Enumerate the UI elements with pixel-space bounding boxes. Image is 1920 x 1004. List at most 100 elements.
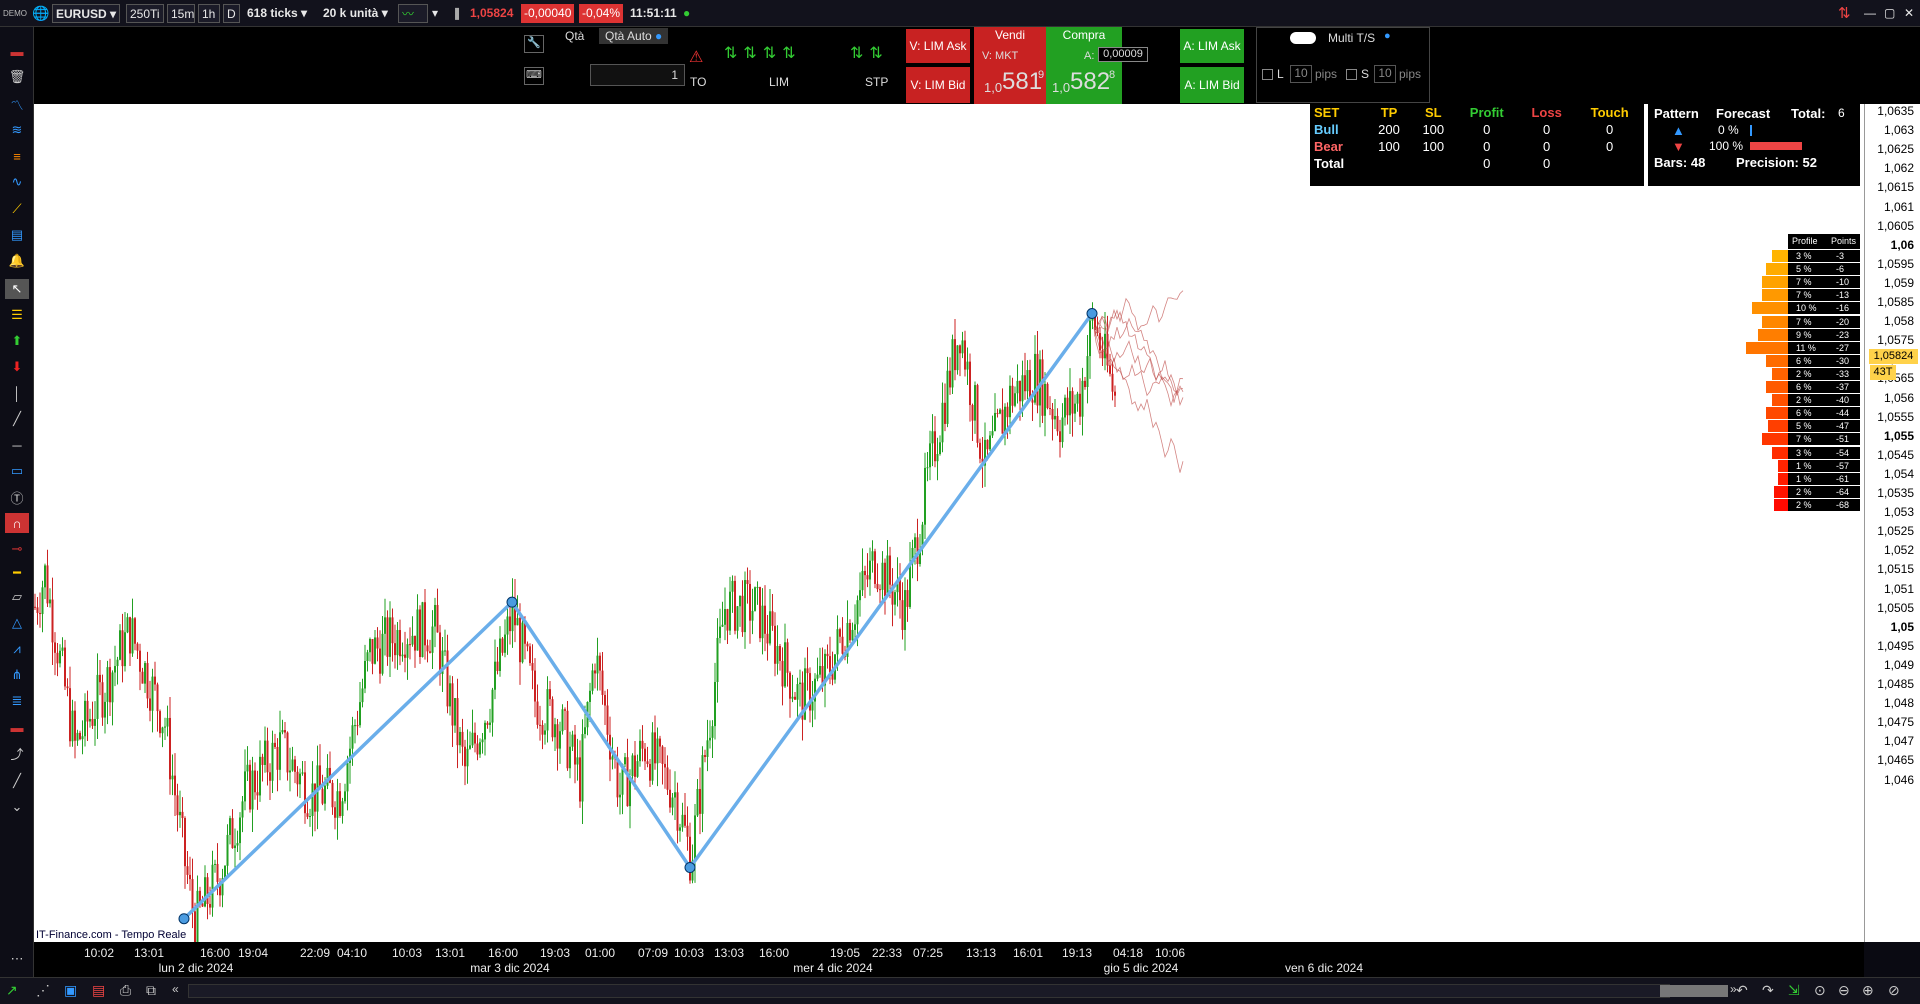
down-triangle-icon: ▼ bbox=[1672, 139, 1685, 154]
line-icon[interactable]: ╱ bbox=[5, 409, 29, 429]
scrollbar-track[interactable] bbox=[188, 984, 1670, 998]
trend-icon[interactable]: 〽 bbox=[5, 94, 29, 114]
multi-ts-toggle[interactable] bbox=[1290, 32, 1316, 44]
zoom-in-icon[interactable]: ⊕ bbox=[1862, 982, 1874, 999]
ticks-selector[interactable]: 618 ticks ▾ bbox=[247, 4, 307, 23]
chart-canvas[interactable] bbox=[34, 104, 1864, 960]
channel-icon[interactable]: ≋ bbox=[5, 120, 29, 140]
qty-input[interactable]: 1 bbox=[590, 64, 685, 86]
profile-bar bbox=[1778, 459, 1788, 472]
layout-icon[interactable]: ⧉ bbox=[146, 982, 156, 999]
tf-1h[interactable]: 1h bbox=[198, 4, 220, 23]
vertical-line-icon[interactable]: │ bbox=[5, 383, 29, 403]
zoom-reset-icon[interactable]: ⊘ bbox=[1888, 982, 1900, 999]
marker-icon[interactable]: ⊸ bbox=[5, 539, 29, 559]
path-icon[interactable]: ⤴ bbox=[5, 743, 29, 763]
maximize-icon[interactable]: ▢ bbox=[1884, 4, 1895, 23]
wave-icon[interactable]: ∿ bbox=[5, 172, 29, 192]
tf-250ti[interactable]: 250Ti bbox=[126, 4, 164, 23]
trash-icon[interactable]: 🗑 bbox=[5, 67, 29, 87]
zigzag-point[interactable] bbox=[506, 596, 518, 608]
profile-row: 9 % -23 bbox=[1788, 328, 1860, 341]
info-icon[interactable]: ❚ bbox=[452, 4, 462, 23]
magnet-icon[interactable]: ∩ bbox=[5, 513, 29, 533]
undo-icon[interactable]: ↶ bbox=[1736, 982, 1748, 999]
more-icon[interactable]: ⋯ bbox=[5, 949, 29, 969]
triangle-icon[interactable]: △ bbox=[5, 613, 29, 633]
sell-market-button[interactable]: V: MKT 1,0 581 9 bbox=[974, 42, 1046, 104]
qty-auto-toggle[interactable]: Qtà Auto ● bbox=[599, 28, 669, 44]
sell-lim-ask-button[interactable]: V: LIM Ask bbox=[906, 29, 970, 63]
chart-type-icon[interactable]: 〰 bbox=[398, 4, 428, 23]
minimize-icon[interactable]: — bbox=[1864, 4, 1876, 23]
candle-body bbox=[311, 783, 314, 817]
expand-icon[interactable]: ⌄ bbox=[5, 797, 29, 817]
share-icon[interactable]: ⋰ bbox=[36, 982, 50, 999]
wrench-icon[interactable]: 🔧 bbox=[524, 35, 544, 53]
keyboard-icon[interactable]: ⌨ bbox=[524, 67, 544, 85]
auto-scale-icon[interactable]: ⇲ bbox=[1788, 982, 1800, 999]
globe-icon[interactable]: 🌐 bbox=[32, 4, 49, 23]
s-pips-input[interactable]: 10 bbox=[1374, 65, 1396, 83]
bands-icon[interactable]: ≣ bbox=[5, 691, 29, 711]
fan-icon[interactable]: ⟋ bbox=[5, 199, 29, 219]
l-checkbox[interactable] bbox=[1262, 69, 1273, 80]
scrollbar-thumb[interactable] bbox=[1660, 985, 1728, 997]
zigzag-point[interactable] bbox=[1086, 308, 1098, 319]
chevron-down-icon[interactable]: ▾ bbox=[432, 4, 438, 23]
ruler2-icon[interactable]: ▱ bbox=[5, 587, 29, 607]
l-pips-input[interactable]: 10 bbox=[1290, 65, 1312, 83]
candle-body bbox=[779, 645, 781, 661]
close-icon[interactable]: ✕ bbox=[1904, 4, 1914, 23]
price-chart[interactable]: SET TP SL Profit Loss Touch Bull 200 100… bbox=[34, 104, 1864, 960]
scroll-left-icon[interactable]: « bbox=[172, 982, 179, 996]
levels-icon[interactable]: ☰ bbox=[5, 305, 29, 325]
pitchfork-icon[interactable]: ⋔ bbox=[5, 665, 29, 685]
grid-icon[interactable]: ▤ bbox=[5, 225, 29, 245]
arrow-up-icon[interactable]: ⬆ bbox=[5, 331, 29, 351]
zoom-out-icon[interactable]: ⊖ bbox=[1838, 982, 1850, 999]
s-checkbox[interactable] bbox=[1346, 69, 1357, 80]
measure-icon[interactable]: ▬ bbox=[5, 717, 29, 737]
candle-body bbox=[191, 879, 194, 912]
ray-icon[interactable]: ╱ bbox=[5, 771, 29, 791]
alert-icon[interactable]: 🔔 bbox=[5, 251, 29, 271]
horizontal-line-icon[interactable]: ─ bbox=[5, 435, 29, 455]
line-style-icon[interactable]: ━ bbox=[5, 563, 29, 583]
to-icon[interactable]: ⚠ bbox=[689, 47, 703, 67]
text-icon[interactable]: Ⓣ bbox=[5, 487, 29, 507]
stp-icons[interactable]: ⇅⇅ bbox=[850, 43, 889, 63]
zoom-area-icon[interactable]: ⊙ bbox=[1814, 982, 1826, 999]
list-icon[interactable]: ▤ bbox=[92, 982, 105, 999]
ruler-icon[interactable]: ▬ bbox=[5, 41, 29, 61]
candle-body bbox=[1006, 406, 1009, 418]
redo-icon[interactable]: ↷ bbox=[1762, 982, 1774, 999]
sell-lim-bid-button[interactable]: V: LIM Bid bbox=[906, 67, 970, 103]
cursor-icon[interactable]: ↖ bbox=[5, 279, 29, 299]
time-axis[interactable]: 10:02 13:01 16:00 19:04 22:09 04:10 10:03 13:01… bbox=[34, 942, 1864, 977]
candle-body bbox=[894, 592, 896, 605]
tf-15m[interactable]: 15m bbox=[167, 4, 195, 23]
candle-body bbox=[369, 638, 371, 653]
buy-lim-ask-button[interactable]: A: LIM Ask bbox=[1180, 29, 1244, 63]
candle-body bbox=[861, 570, 864, 591]
lim-icons[interactable]: ⇅⇅⇅⇅ bbox=[724, 43, 802, 63]
rectangle-icon[interactable]: ▭ bbox=[5, 461, 29, 481]
print-icon[interactable]: ⎙ bbox=[120, 982, 131, 999]
buy-lim-bid-button[interactable]: A: LIM Bid bbox=[1180, 67, 1244, 103]
zigzag-line[interactable] bbox=[182, 312, 1094, 920]
candle-body bbox=[554, 724, 556, 738]
zigzag-point[interactable] bbox=[684, 862, 696, 874]
tf-d[interactable]: D bbox=[223, 4, 240, 23]
sync-icon[interactable]: ⇅ bbox=[1838, 4, 1851, 23]
symbol-selector[interactable]: EURUSD ▾ bbox=[52, 4, 120, 23]
indicator-icon[interactable]: ↗ bbox=[6, 982, 18, 999]
arrow-down-icon[interactable]: ⬇ bbox=[5, 357, 29, 377]
window-icon[interactable]: ▣ bbox=[64, 982, 77, 999]
units-selector[interactable]: 20 k unità ▾ bbox=[323, 4, 388, 23]
price-axis[interactable]: 1,0635 1,063 1,0625 1,062 1,0615 1,061 1,0605 1… bbox=[1864, 104, 1920, 942]
profile-bar bbox=[1752, 302, 1788, 315]
zigzag-point[interactable] bbox=[178, 913, 190, 925]
zigzag-icon[interactable]: ⩘ bbox=[5, 639, 29, 659]
fib-icon[interactable]: ≡ bbox=[5, 146, 29, 166]
